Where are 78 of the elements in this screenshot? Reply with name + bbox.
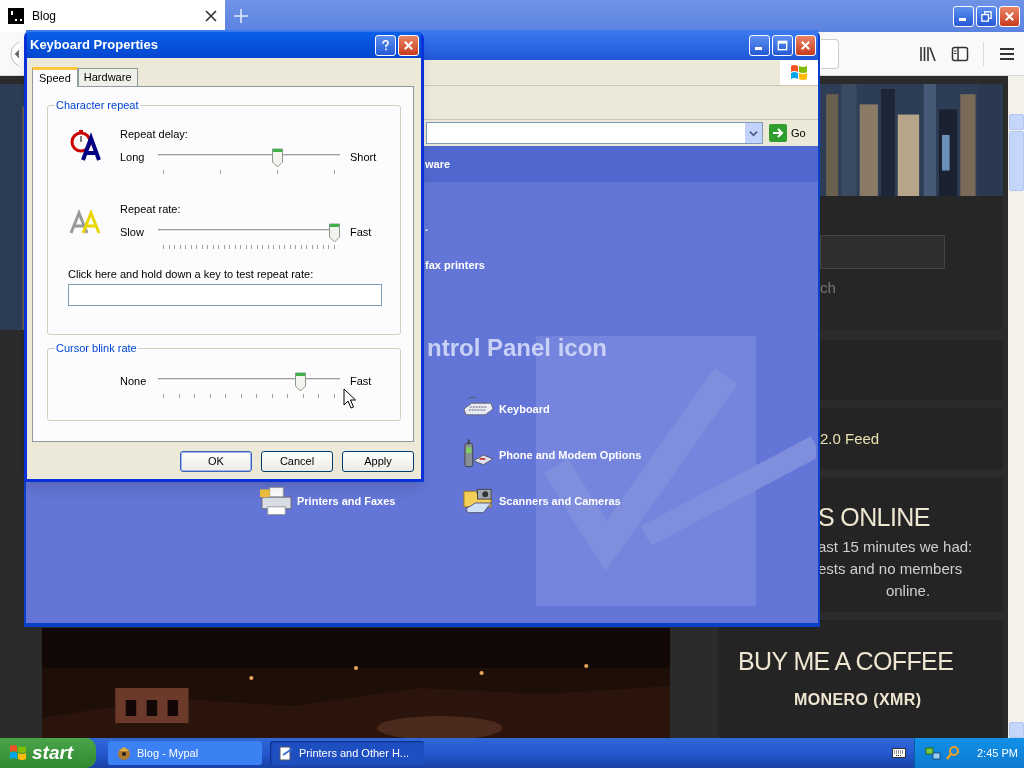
close-button[interactable] (398, 34, 419, 56)
browser-tab[interactable]: Blog (0, 0, 225, 32)
address-field[interactable] (821, 38, 839, 69)
minimize-icon (755, 47, 762, 50)
minimize-button[interactable] (953, 5, 974, 27)
help-icon (379, 38, 392, 52)
dialog-tab[interactable]: Speed (32, 67, 78, 87)
slider-min-label: Long (120, 151, 146, 164)
widget-title: S ONLINE (818, 502, 931, 532)
new-tab-icon[interactable] (233, 8, 249, 24)
dialog-button[interactable]: Apply (342, 451, 414, 472)
restore-button[interactable] (976, 5, 997, 27)
control-panel-item[interactable]: Printers and Faxes (260, 478, 462, 524)
close-button[interactable] (999, 5, 1020, 27)
maximize-button[interactable] (772, 34, 793, 56)
dialog-button[interactable]: Cancel (261, 451, 333, 472)
slider-thumb[interactable] (272, 148, 284, 168)
test-input-field[interactable] (68, 284, 382, 306)
taskbar-button[interactable]: Blog - Mypal (108, 741, 262, 765)
widget-title: BUY ME A COFFEE (738, 646, 955, 676)
slider-thumb[interactable] (329, 223, 340, 243)
address-field[interactable] (426, 122, 763, 144)
slider-min-label: Slow (120, 226, 145, 239)
task-link[interactable]: . (425, 220, 818, 234)
pointer-icon (343, 388, 356, 409)
slider-max-label: Short (350, 151, 377, 164)
sidebar-icon[interactable] (951, 44, 969, 63)
tab-title: Blog (32, 8, 58, 25)
slider-max-label: Fast (350, 375, 372, 388)
slider-min-label: None (120, 375, 148, 388)
app-icon (116, 745, 132, 761)
close-button[interactable] (795, 34, 816, 56)
go-button[interactable]: Go (767, 122, 808, 144)
control-panel-item[interactable]: Keyboard (462, 386, 762, 432)
close-icon[interactable] (205, 10, 217, 22)
group-title: Character repeat (55, 98, 140, 112)
printer-icon (260, 485, 293, 517)
search-field[interactable] (820, 235, 945, 269)
widget-text: online. (885, 581, 931, 601)
scrollbar[interactable] (1008, 76, 1024, 738)
dialog-button[interactable]: OK (180, 451, 252, 472)
group-title: Cursor blink rate (55, 341, 138, 355)
restore-icon (980, 9, 993, 23)
scroll-thumb[interactable] (1008, 131, 1024, 191)
library-icon[interactable] (919, 44, 937, 63)
document-icon (278, 745, 294, 761)
slider-label: Repeat rate: (120, 203, 182, 216)
task-link[interactable]: fax printers (425, 258, 818, 272)
close-icon (402, 38, 415, 52)
close-icon (1003, 9, 1016, 23)
field-label: Click here and hold down a key to test repeat rate: (68, 268, 315, 281)
dialog-tab[interactable]: Hardware (77, 68, 138, 86)
feed-link[interactable]: 2.0 Feed (820, 427, 880, 451)
section-heading: ntrol Panel icon (427, 334, 608, 362)
keyboard-icon[interactable] (892, 747, 906, 759)
chevron-down-icon (749, 128, 758, 138)
slider-thumb[interactable] (294, 372, 306, 392)
maximize-icon (776, 38, 789, 52)
start-button[interactable]: start (0, 738, 96, 768)
slider-max-label: Fast (350, 226, 372, 239)
windows-logo-icon (8, 743, 28, 763)
window-title: Keyboard Properties (30, 36, 159, 55)
site-icon (8, 8, 24, 24)
search-icon[interactable] (945, 745, 961, 761)
dropdown-button[interactable] (745, 123, 762, 143)
close-icon (799, 38, 812, 52)
taskbar-button[interactable]: Printers and Other H... (270, 741, 424, 765)
network-icon[interactable] (925, 745, 941, 761)
minimize-icon (959, 18, 966, 21)
help-button[interactable] (375, 34, 396, 56)
stopwatch-letter-icon (69, 130, 101, 162)
arrow-right-icon (769, 124, 787, 142)
windows-logo-icon (789, 62, 809, 83)
header-text: ware (425, 156, 451, 172)
widget-subtitle: MONERO (XMR) (794, 690, 923, 710)
clock: 2:45 PM (977, 745, 1018, 761)
minimize-button[interactable] (749, 34, 770, 56)
slider-label: Repeat delay: (120, 128, 189, 141)
